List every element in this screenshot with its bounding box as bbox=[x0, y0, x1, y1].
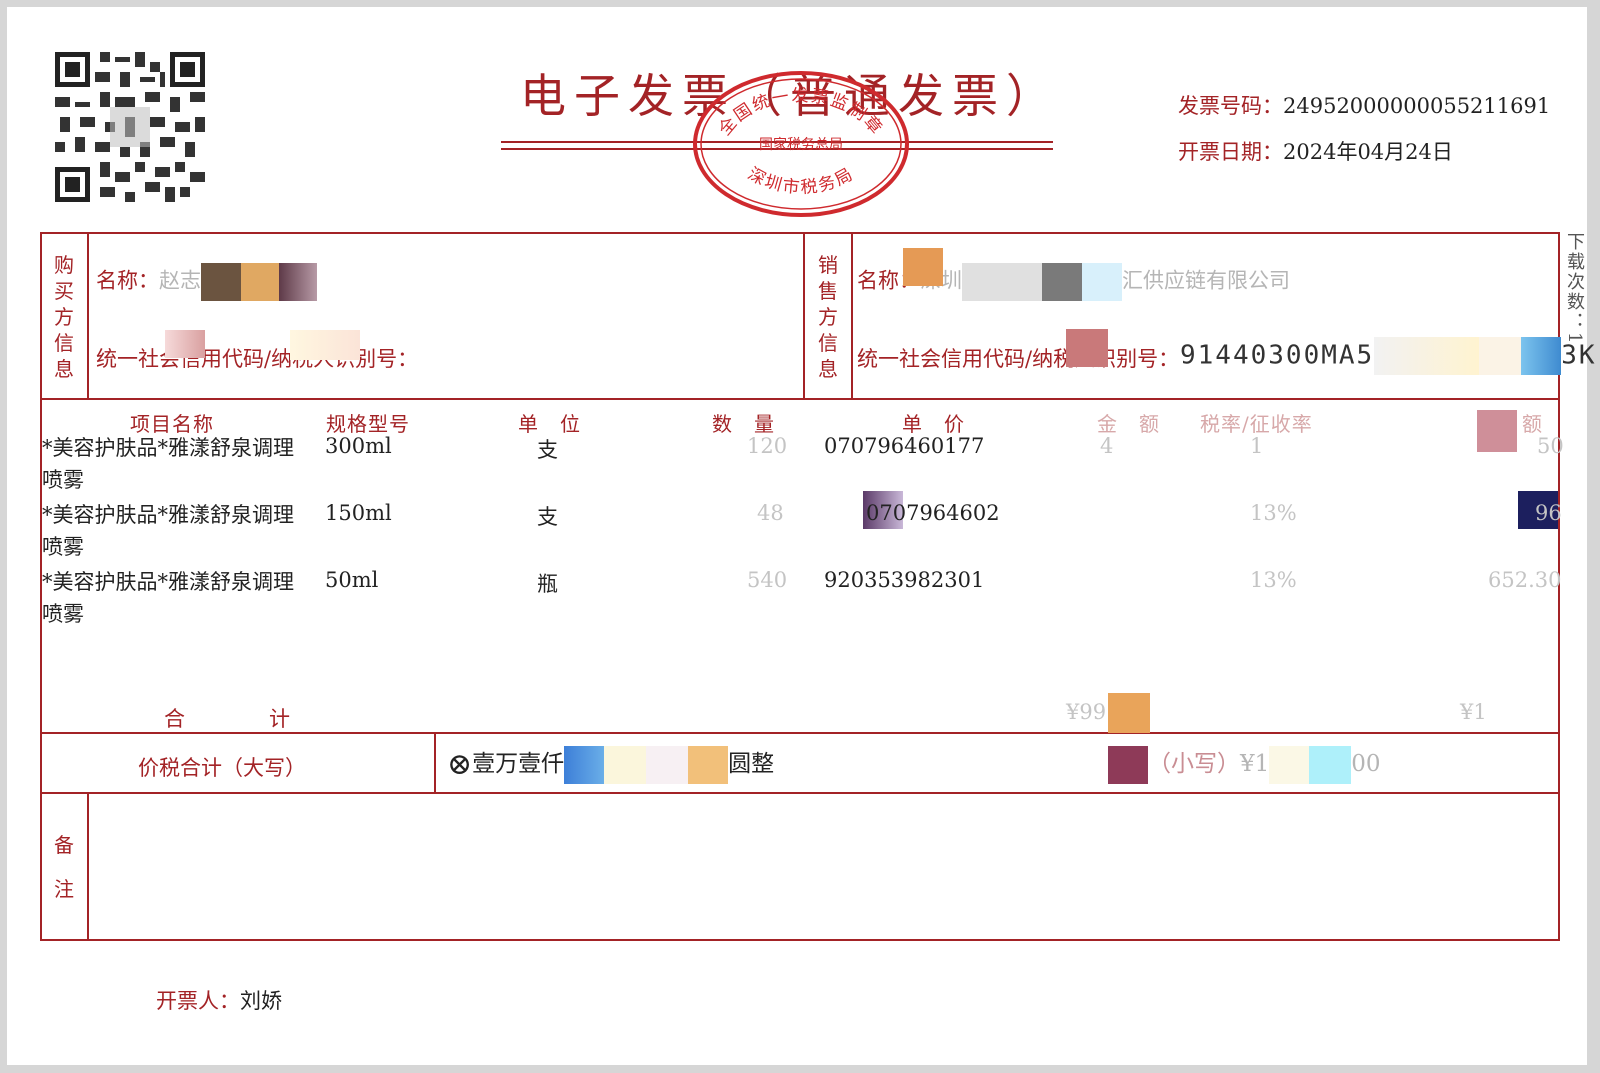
seal-bottom-text: 深圳市税务局 bbox=[744, 164, 855, 198]
buyer-name-redaction-1 bbox=[201, 263, 241, 301]
issue-date-label: 开票日期： bbox=[1178, 140, 1283, 164]
row1-tax-rate: 1 bbox=[1250, 434, 1264, 458]
svg-text:深圳市税务局: 深圳市税务局 bbox=[744, 164, 857, 198]
row2-unit: 支 bbox=[537, 505, 558, 529]
grand-total-label: 价税合计（大写） bbox=[138, 756, 306, 780]
row3-tax: 652.30 bbox=[1488, 568, 1562, 592]
seller-tax-id-tail: 3K bbox=[1561, 340, 1597, 371]
small-redaction-2 bbox=[1269, 746, 1310, 784]
grand-total-uppercase-suffix: 圆整 bbox=[728, 751, 775, 777]
buyer-seller-divider bbox=[803, 232, 805, 398]
seller-tax-id-row: 91440300MA5 3K bbox=[1180, 337, 1597, 375]
buyer-name: 赵志 bbox=[159, 268, 201, 293]
invoice-number: 24952000000055211691 bbox=[1283, 94, 1551, 118]
grand-total-divider bbox=[434, 732, 436, 793]
col-tax-rate: 税率/征收率 bbox=[1200, 412, 1313, 436]
seller-tax-redaction-3 bbox=[1479, 337, 1522, 375]
row1-tax-redaction bbox=[1477, 410, 1517, 452]
row2-tax-rate: 13% bbox=[1250, 501, 1297, 525]
seller-tax-redaction-1 bbox=[1066, 329, 1108, 367]
seal-middle-text: 国家税务总局 bbox=[759, 136, 843, 153]
seller-tax-id: 91440300MA5 bbox=[1180, 340, 1375, 371]
issuer-row: 开票人：刘娇 bbox=[156, 985, 282, 1015]
seller-tax-id-label: 统一社会信用代码/纳税人识别号： bbox=[857, 347, 1180, 371]
grand-total-small-label: （小写） bbox=[1148, 751, 1240, 777]
row1-spec: 300ml bbox=[325, 434, 392, 458]
buyer-label-divider bbox=[87, 232, 89, 398]
row2-quantity: 48 bbox=[757, 501, 784, 525]
col-unit-price: 单 价 bbox=[902, 412, 965, 436]
buyer-name-label: 名称： bbox=[96, 268, 159, 293]
invoice-number-row: 发票号码：24952000000055211691 bbox=[1178, 90, 1550, 120]
grand-total-uppercase-prefix: 壹万壹仟 bbox=[472, 751, 565, 777]
row3-quantity: 540 bbox=[747, 568, 788, 592]
grand-total-small-tail: 00 bbox=[1351, 751, 1381, 777]
issue-date-row: 开票日期：2024年04月24日 bbox=[1178, 136, 1453, 166]
currency-symbol-icon: ⊗ bbox=[447, 747, 473, 782]
seal-top-text: 全国统一发票监制章 bbox=[715, 86, 885, 139]
col-quantity: 数 量 bbox=[712, 412, 775, 436]
seller-name-tail: 汇供应链有限公司 bbox=[1122, 268, 1290, 293]
qr-code bbox=[55, 52, 205, 202]
row1-amount: 4 bbox=[1100, 434, 1114, 458]
row1-tax: 50 bbox=[1537, 434, 1564, 458]
download-count: 下载次数：1 bbox=[1564, 232, 1585, 346]
row3-tax-rate: 13% bbox=[1250, 568, 1297, 592]
grand-total-small-value: ¥1 bbox=[1240, 751, 1270, 777]
col-amount: 金 额 bbox=[1097, 412, 1160, 436]
row2-tax: 96 bbox=[1535, 501, 1562, 525]
buyer-tax-id-label: 统一社会信用代码/纳税人识别号： bbox=[96, 347, 419, 371]
buyer-tax-redaction-1 bbox=[165, 330, 205, 358]
row2-price: 0707964602 bbox=[866, 501, 1000, 525]
seller-name-redaction-0 bbox=[903, 248, 943, 286]
row3-spec: 50ml bbox=[325, 568, 379, 592]
row3-item-name: *美容护肤品*雅漾舒泉调理喷雾 bbox=[42, 570, 294, 626]
row1-item-name: *美容护肤品*雅漾舒泉调理喷雾 bbox=[42, 436, 294, 492]
grand-total-small: （小写）¥1 00 bbox=[1108, 744, 1381, 784]
small-redaction-3 bbox=[1309, 746, 1352, 784]
row3-price: 920353982301 bbox=[824, 568, 985, 592]
row1-quantity: 120 bbox=[747, 434, 788, 458]
seller-name-redaction-2 bbox=[1042, 263, 1082, 301]
buyer-section-label: 购 买 方 信 息 bbox=[54, 253, 74, 381]
issuer-name: 刘娇 bbox=[240, 989, 282, 1013]
divider-total-remarks bbox=[40, 792, 1560, 794]
seller-name-redaction-1 bbox=[962, 263, 1042, 301]
total-tax: ¥1 bbox=[1460, 700, 1487, 724]
row2-spec: 150ml bbox=[325, 501, 392, 525]
seller-section-label: 销 售 方 信 息 bbox=[818, 253, 838, 381]
seller-label-divider bbox=[851, 232, 853, 398]
tax-bureau-seal: 全国统一发票监制章 国家税务总局 深圳市税务局 bbox=[693, 71, 909, 217]
seller-tax-redaction-4 bbox=[1521, 337, 1562, 375]
col-spec: 规格型号 bbox=[326, 412, 410, 436]
total-amount-redaction bbox=[1108, 693, 1150, 733]
uppercase-redaction-2 bbox=[604, 746, 647, 784]
row1-unit: 支 bbox=[537, 438, 558, 462]
total-amount: ¥99 bbox=[1066, 700, 1107, 724]
buyer-name-redaction-3 bbox=[279, 263, 317, 301]
buyer-name-row: 名称：赵志 bbox=[96, 263, 317, 301]
remarks-label-divider bbox=[87, 792, 89, 941]
svg-text:全国统一发票监制章: 全国统一发票监制章 bbox=[715, 86, 887, 139]
uppercase-redaction-3 bbox=[646, 746, 689, 784]
issue-date: 2024年04月24日 bbox=[1283, 140, 1453, 164]
total-label: 合 计 bbox=[164, 707, 290, 731]
buyer-tax-redaction-2 bbox=[290, 330, 360, 360]
invoice-number-label: 发票号码： bbox=[1178, 94, 1283, 118]
row2-item-name: *美容护肤品*雅漾舒泉调理喷雾 bbox=[42, 503, 294, 559]
seller-name-redaction-3 bbox=[1082, 263, 1122, 301]
grand-total-uppercase: ⊗壹万壹仟 圆整 bbox=[447, 744, 774, 784]
buyer-name-redaction-2 bbox=[241, 263, 279, 301]
row1-price: 070796460177 bbox=[824, 434, 985, 458]
uppercase-redaction-4 bbox=[688, 746, 729, 784]
small-redaction-1 bbox=[1108, 746, 1148, 784]
divider-party-items bbox=[40, 398, 1560, 400]
seller-tax-redaction-2 bbox=[1374, 337, 1480, 375]
remarks-section-label: 备 注 bbox=[54, 833, 74, 901]
uppercase-redaction-1 bbox=[564, 746, 605, 784]
row3-unit: 瓶 bbox=[537, 572, 558, 596]
issuer-label: 开票人： bbox=[156, 989, 240, 1013]
col-unit: 单 位 bbox=[518, 412, 581, 436]
